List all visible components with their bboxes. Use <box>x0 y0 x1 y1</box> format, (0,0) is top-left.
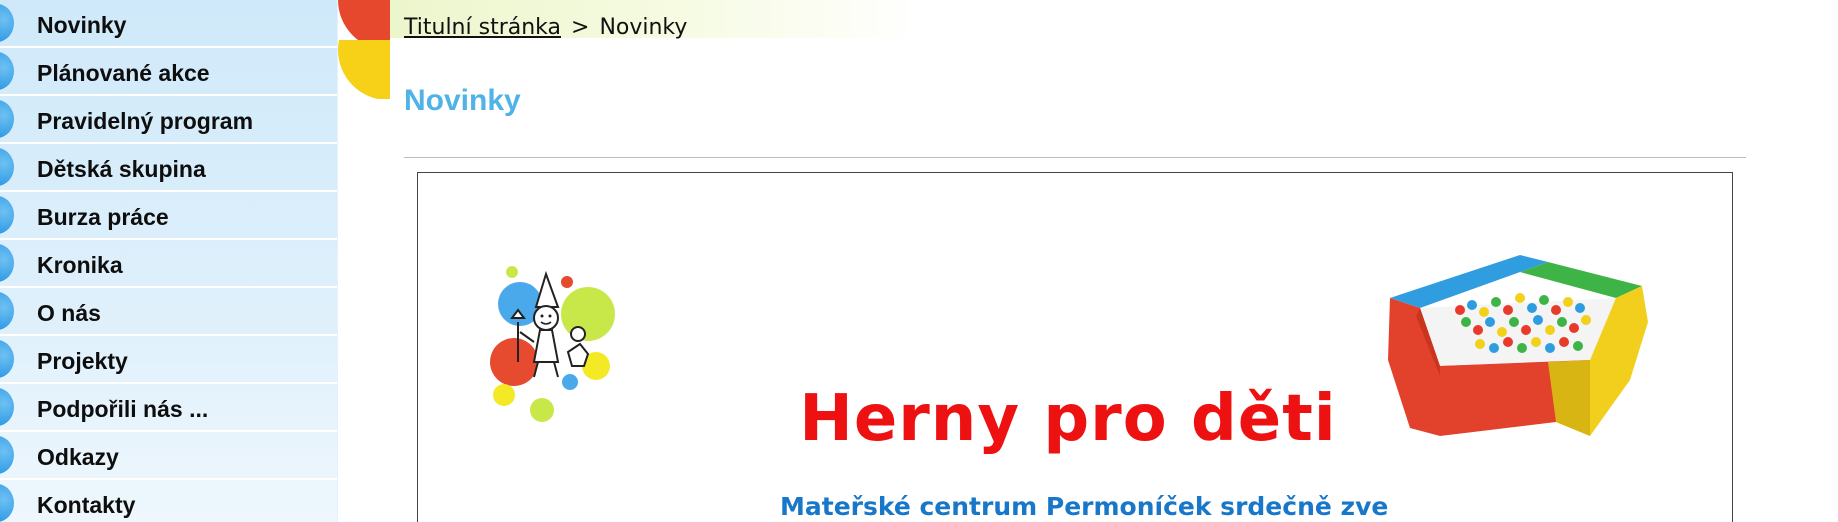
breadcrumb: Titulní stránka > Novinky <box>404 15 687 40</box>
sidebar-item-detska-skupina[interactable]: Dětská skupina <box>0 144 337 192</box>
bullet-icon <box>0 196 14 234</box>
breadcrumb-home-link[interactable]: Titulní stránka <box>404 15 561 40</box>
bullet-icon <box>0 292 14 330</box>
sidebar-nav: Novinky Plánované akce Pravidelný progra… <box>0 0 338 522</box>
sidebar-item-label: Dětská skupina <box>37 156 206 182</box>
decorative-circles <box>338 0 390 99</box>
event-headline: Herny pro děti <box>799 382 1337 456</box>
sidebar-item-kontakty[interactable]: Kontakty <box>0 480 337 522</box>
bullet-icon <box>0 52 14 90</box>
sidebar-item-label: Pravidelný program <box>37 108 254 134</box>
sidebar-item-label: Odkazy <box>37 444 119 470</box>
bullet-icon <box>0 388 14 426</box>
ball-pit-image <box>1388 255 1648 436</box>
bullet-icon <box>0 436 14 474</box>
sidebar-item-label: Podpořili nás ... <box>37 396 209 422</box>
sidebar-item-label: Kontakty <box>37 492 136 518</box>
sidebar-item-label: Projekty <box>37 348 128 374</box>
sidebar-item-label: O nás <box>37 300 101 326</box>
sidebar-item-planovane-akce[interactable]: Plánované akce <box>0 48 337 96</box>
bullet-icon <box>0 4 14 42</box>
breadcrumb-separator: > <box>571 15 590 40</box>
sidebar-item-kronika[interactable]: Kronika <box>0 240 337 288</box>
sidebar-item-label: Burza práce <box>37 204 169 230</box>
sidebar-item-burza-prace[interactable]: Burza práce <box>0 192 337 240</box>
breadcrumb-current: Novinky <box>599 15 688 40</box>
bullet-icon <box>0 340 14 378</box>
bullet-icon <box>0 100 14 138</box>
bullet-icon <box>0 148 14 186</box>
sidebar-item-label: Novinky <box>37 12 127 38</box>
page-title: Novinky <box>404 84 521 117</box>
sidebar-item-projekty[interactable]: Projekty <box>0 336 337 384</box>
event-subline: Mateřské centrum Permoníček srdečně zve <box>780 492 1389 521</box>
sidebar-item-label: Plánované akce <box>37 60 210 86</box>
sidebar-item-podporili-nas[interactable]: Podpořili nás ... <box>0 384 337 432</box>
bullet-icon <box>0 484 14 522</box>
sidebar-item-label: Kronika <box>37 252 123 278</box>
sidebar-item-o-nas[interactable]: O nás <box>0 288 337 336</box>
title-divider <box>404 157 1746 158</box>
bullet-icon <box>0 244 14 282</box>
sidebar-item-odkazy[interactable]: Odkazy <box>0 432 337 480</box>
sidebar-item-novinky[interactable]: Novinky <box>0 0 337 48</box>
permonicek-logo <box>490 266 615 422</box>
sidebar-item-pravidelny-program[interactable]: Pravidelný program <box>0 96 337 144</box>
